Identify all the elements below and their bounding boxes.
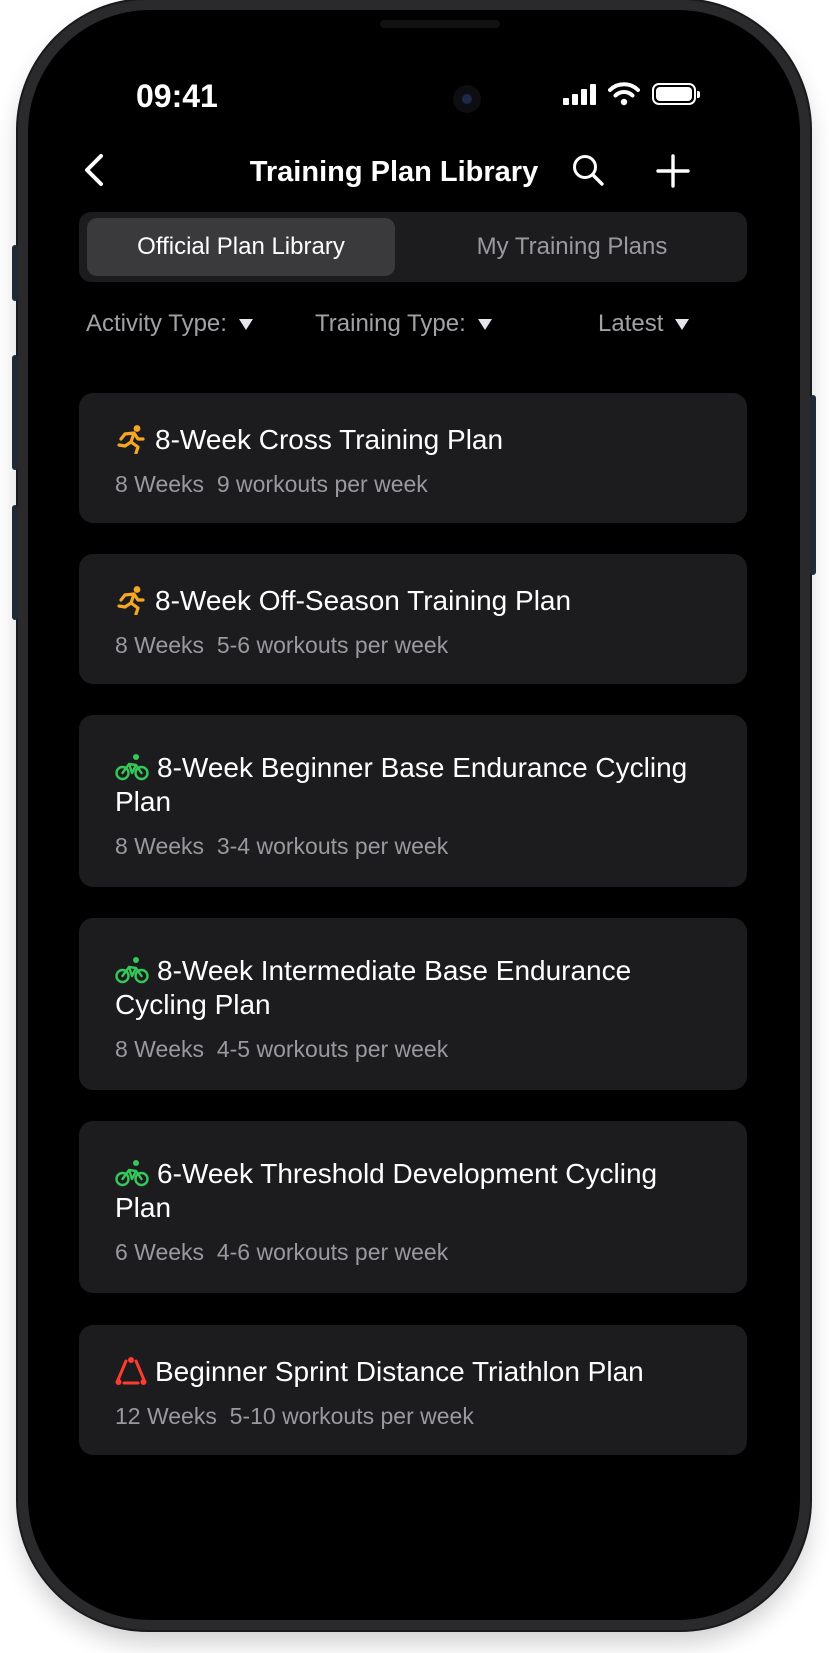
plan-title: 6-Week Threshold Development Cycling Pla… [115,1158,658,1223]
triathlon-icon [115,1356,147,1385]
sort-filter-label: Latest [598,310,664,337]
plan-frequency: 5-10 workouts per week [229,1403,474,1429]
plan-duration: 8 Weeks [115,833,205,859]
plan-duration: 8 Weeks [115,632,205,658]
battery-icon [652,83,700,105]
plus-icon [656,154,690,188]
activity-type-filter-label: Activity Type: [86,310,227,337]
phone-screen: 09:41 Training Plan Library Official Pla… [28,10,800,1620]
plan-frequency: 9 workouts per week [216,471,428,497]
add-plan-button[interactable] [652,150,694,192]
plan-title: 8-Week Cross Training Plan [155,424,504,455]
volume-up-button [12,355,18,470]
caret-down-icon [238,318,253,330]
training-type-filter-label: Training Type: [315,310,466,337]
speaker-grille [380,20,500,28]
plan-card[interactable]: 8-Week Beginner Base Endurance Cycling P… [79,715,747,887]
search-button[interactable] [568,150,608,190]
search-icon [573,155,604,186]
plan-title: 8-Week Beginner Base Endurance Cycling P… [115,752,688,817]
plan-frequency: 4-5 workouts per week [216,1036,449,1062]
status-icons [563,82,700,106]
plan-duration: 12 Weeks [115,1403,217,1429]
plan-duration: 8 Weeks [115,1036,205,1062]
volume-down-button [12,505,18,620]
wifi-icon [608,82,640,106]
running-icon [117,585,145,615]
plan-duration: 6 Weeks [115,1239,205,1265]
plan-card[interactable]: Beginner Sprint Distance Triathlon Plan … [79,1325,747,1455]
plan-card[interactable]: 8-Week Cross Training Plan 8 Weeks 9 wor… [79,393,747,523]
caret-down-icon [477,318,492,330]
plan-frequency: 3-4 workouts per week [216,833,449,859]
page-title: Training Plan Library [249,156,539,188]
plan-title: Beginner Sprint Distance Triathlon Plan [155,1356,644,1387]
power-button [810,395,816,575]
plan-duration: 8 Weeks [115,471,205,497]
library-tabs: Official Plan Library My Training Plans [79,212,747,282]
cycling-icon [115,1159,149,1186]
caret-down-icon [675,318,690,330]
plan-card[interactable]: 6-Week Threshold Development Cycling Pla… [79,1121,747,1293]
training-type-filter[interactable]: Training Type: [315,310,492,338]
plan-card[interactable]: 8-Week Intermediate Base Endurance Cycli… [79,918,747,1090]
plan-title: 8-Week Off-Season Training Plan [155,585,572,616]
plan-title: 8-Week Intermediate Base Endurance Cycli… [115,955,632,1020]
front-camera [453,85,481,113]
activity-type-filter[interactable]: Activity Type: [86,310,253,338]
tab-official-plan-library[interactable]: Official Plan Library [87,218,395,276]
action-button [12,245,18,301]
cycling-icon [115,753,149,780]
running-icon [117,424,145,454]
back-button[interactable] [74,150,114,190]
sort-filter[interactable]: Latest [598,310,690,338]
cellular-signal-icon [563,83,596,105]
plan-frequency: 5-6 workouts per week [216,632,449,658]
chevron-left-icon [85,154,103,186]
plan-frequency: 4-6 workouts per week [216,1239,449,1265]
plan-card[interactable]: 8-Week Off-Season Training Plan 8 Weeks … [79,554,747,684]
cycling-icon [115,956,149,983]
tab-my-training-plans[interactable]: My Training Plans [405,218,739,276]
status-time: 09:41 [136,78,218,114]
